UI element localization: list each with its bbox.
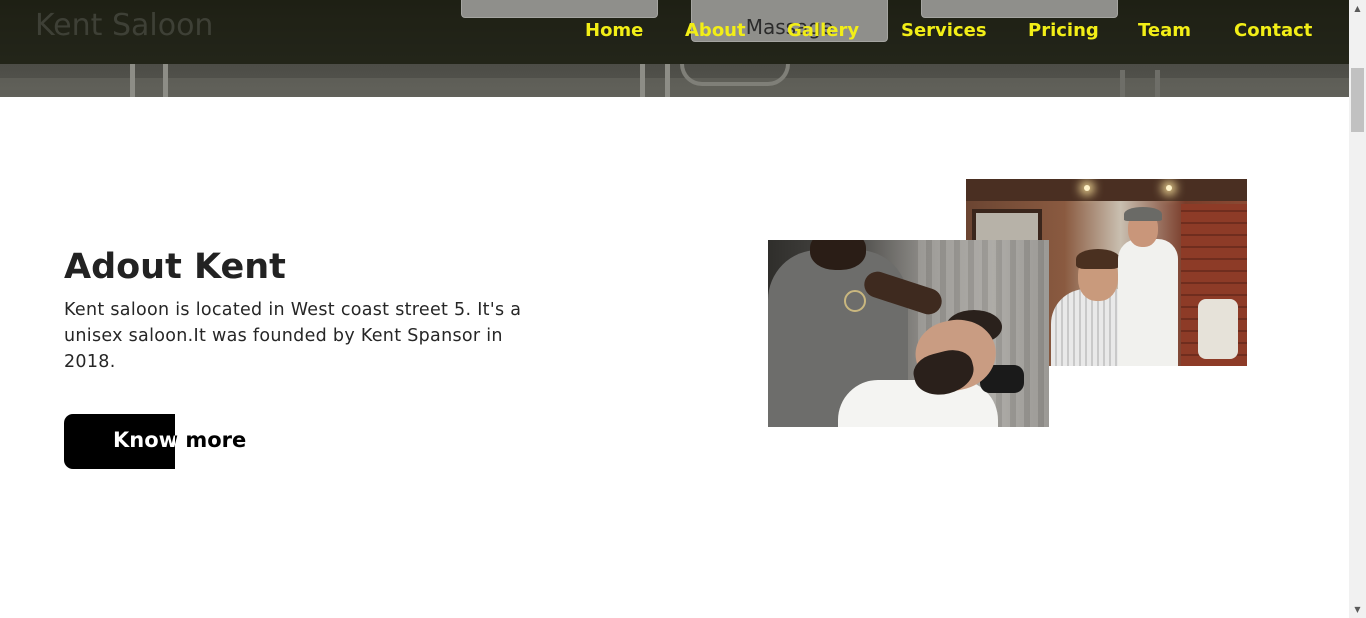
- service-card[interactable]: [921, 0, 1118, 18]
- hero-chair: [680, 64, 790, 86]
- nav-link-team[interactable]: Team: [1138, 20, 1191, 41]
- nav-link-pricing[interactable]: Pricing: [1028, 20, 1099, 41]
- service-card[interactable]: [461, 0, 658, 18]
- know-more-button[interactable]: Know more: [64, 414, 246, 469]
- hero-chair: [1120, 70, 1160, 97]
- about-photo-beard-trim: [768, 240, 1049, 427]
- hero-chair: [130, 64, 168, 97]
- nav-link-about[interactable]: About: [685, 20, 746, 41]
- nav-link-contact[interactable]: Contact: [1234, 20, 1312, 41]
- nav-link-gallery[interactable]: Gallery: [787, 20, 859, 41]
- scroll-down-arrow-icon[interactable]: ▼: [1349, 601, 1366, 618]
- nav-link-home[interactable]: Home: [585, 20, 643, 41]
- scroll-up-arrow-icon[interactable]: ▲: [1349, 0, 1366, 17]
- nav-link-services[interactable]: Services: [901, 20, 987, 41]
- about-description: Kent saloon is located in West coast str…: [64, 300, 522, 372]
- know-more-button-label: Know more: [113, 428, 247, 452]
- hero-chair: [640, 64, 670, 97]
- navbar: Kent Saloon Massage Home About Gallery S…: [0, 0, 1349, 64]
- page-scrollbar[interactable]: ▲ ▼: [1349, 0, 1366, 618]
- about-title: Adout Kent: [64, 247, 286, 287]
- brand-logo[interactable]: Kent Saloon: [35, 8, 213, 43]
- scrollbar-thumb[interactable]: [1351, 68, 1364, 132]
